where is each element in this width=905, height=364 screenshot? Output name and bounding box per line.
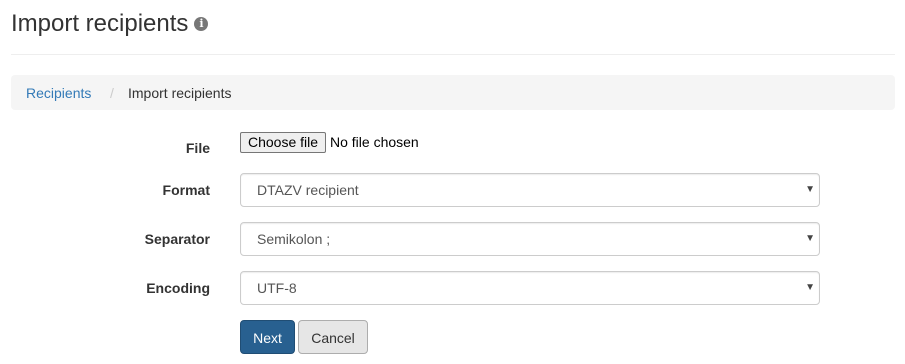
chevron-down-icon: ▼	[805, 282, 815, 293]
page-title-text: Import recipients	[11, 10, 189, 37]
breadcrumb-link-recipients[interactable]: Recipients	[26, 85, 91, 101]
page-header: Import recipients i	[11, 6, 895, 55]
format-select[interactable]: DTAZV recipient ▼	[240, 173, 820, 207]
next-button[interactable]: Next	[240, 320, 295, 354]
separator-select[interactable]: Semikolon ; ▼	[240, 222, 820, 256]
encoding-select-value: UTF-8	[257, 280, 297, 296]
cancel-button[interactable]: Cancel	[298, 320, 368, 354]
choose-file-button[interactable]: Choose file	[240, 132, 327, 153]
separator-select-value: Semikolon ;	[257, 231, 331, 247]
format-label: Format	[162, 182, 210, 198]
file-label: File	[185, 140, 210, 156]
separator-label: Separator	[144, 231, 210, 247]
breadcrumb: Recipients / Import recipients	[11, 75, 895, 110]
breadcrumb-current: Import recipients	[128, 85, 232, 101]
chevron-down-icon: ▼	[805, 184, 815, 195]
breadcrumb-separator: /	[110, 85, 114, 101]
info-circle-icon[interactable]: i	[194, 16, 209, 31]
chevron-down-icon: ▼	[805, 233, 815, 244]
encoding-select[interactable]: UTF-8 ▼	[240, 271, 820, 305]
encoding-label: Encoding	[146, 280, 210, 296]
page-title: Import recipients i	[11, 9, 209, 39]
file-status-text: No file chosen	[330, 134, 419, 150]
format-select-value: DTAZV recipient	[257, 182, 359, 198]
